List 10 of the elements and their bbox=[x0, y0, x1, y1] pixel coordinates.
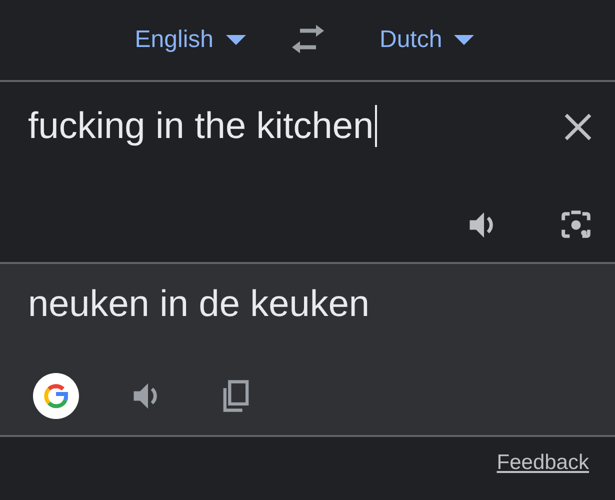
source-language-dropdown[interactable]: English bbox=[130, 22, 250, 58]
feedback-link[interactable]: Feedback bbox=[496, 451, 589, 475]
dropdown-arrow-icon bbox=[226, 35, 246, 45]
target-language-dropdown[interactable]: Dutch bbox=[376, 22, 478, 58]
translation-text: neuken in de keuken bbox=[28, 282, 370, 326]
input-field[interactable]: fucking in the kitchen bbox=[28, 102, 377, 150]
close-icon[interactable] bbox=[563, 112, 593, 142]
dropdown-arrow-icon bbox=[454, 35, 474, 45]
google-logo-icon[interactable] bbox=[33, 373, 79, 419]
swap-arrows-icon[interactable] bbox=[290, 25, 326, 55]
